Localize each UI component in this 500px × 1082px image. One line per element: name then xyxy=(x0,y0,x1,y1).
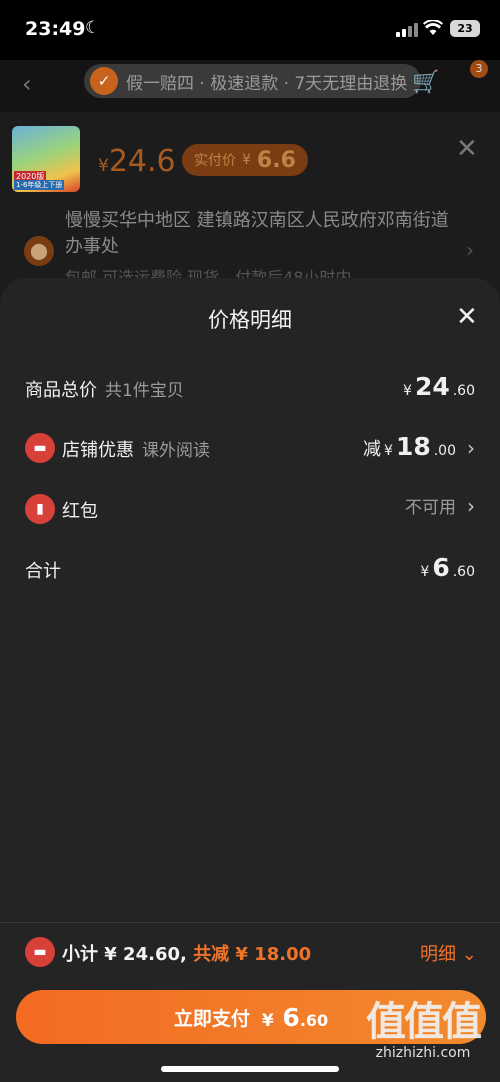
close-icon[interactable]: ✕ xyxy=(456,302,478,332)
delivery-address[interactable]: 慢慢买华中地区 建镇路汉南区人民政府邓南街道办事处 xyxy=(65,208,465,260)
location-icon: ⬤ xyxy=(24,236,54,266)
red-packet-icon: ▮ xyxy=(25,494,55,524)
shield-icon: ✓ xyxy=(90,67,118,95)
row-store-discount[interactable]: ▬ 店铺优惠 课外阅读 减 ¥ 18.00 › xyxy=(0,428,500,468)
real-price-label: 实付价 xyxy=(194,153,236,169)
real-price-badge: 实付价 ¥ 6.6 xyxy=(182,144,308,176)
amount-symbol: ¥ xyxy=(403,383,412,399)
chevron-down-icon: ⌄ xyxy=(461,944,477,965)
row-status: 不可用 › xyxy=(405,493,475,518)
product-price: ¥24.6 xyxy=(98,144,176,179)
chevron-right-icon: › xyxy=(467,494,475,518)
subtotal-bar: ▬ 小计 ¥ 24.60, 共减 ¥ 18.00 明细 ⌄ xyxy=(0,932,500,972)
amount-dec: .00 xyxy=(433,443,456,459)
row-sub: 共1件宝贝 xyxy=(105,381,184,401)
row-label: 商品总价 共1件宝贝 xyxy=(25,380,184,401)
amount-dec: .60 xyxy=(452,564,475,580)
back-icon[interactable]: ‹ xyxy=(22,70,32,98)
wifi-icon xyxy=(423,20,443,35)
amount-dec: .60 xyxy=(452,383,475,399)
row-label: 红包 xyxy=(62,501,98,522)
discount-total: 共减 ¥ 18.00 xyxy=(193,944,312,965)
row-amount: ¥ 6.60 xyxy=(420,553,475,582)
row-red-packet[interactable]: ▮ 红包 不可用 › xyxy=(0,489,500,529)
row-amount: ¥ 24.60 xyxy=(403,372,475,401)
background-order-page: ‹ ✓ 假一赔四 · 极速退款 · 7天无理由退换 🛒 3 2020版 1-6年… xyxy=(0,60,500,302)
real-price-symbol: ¥ xyxy=(242,152,251,168)
status-bar: 23:49 ☾ 23 xyxy=(0,0,500,60)
amount-int: 6 xyxy=(432,553,450,582)
cart-icon[interactable]: 🛒 xyxy=(412,70,439,95)
home-indicator[interactable] xyxy=(161,1066,339,1072)
detail-toggle[interactable]: 明细 ⌄ xyxy=(420,940,477,966)
guarantee-banner: ✓ 假一赔四 · 极速退款 · 7天无理由退换 xyxy=(84,64,422,98)
top-nav: ‹ ✓ 假一赔四 · 极速退款 · 7天无理由退换 🛒 3 xyxy=(0,60,500,110)
coupon-icon: ▬ xyxy=(25,937,55,967)
amount-int: 24 xyxy=(414,372,450,401)
row-goods-total: 商品总价 共1件宝贝 ¥ 24.60 xyxy=(0,368,500,408)
row-label: 店铺优惠 课外阅读 xyxy=(62,440,210,461)
chevron-right-icon: › xyxy=(466,238,474,262)
store-icon: ▬ xyxy=(25,433,55,463)
battery-indicator: 23 xyxy=(450,20,480,37)
product-card: 2020版 1-6年级上下册 ¥24.6 实付价 ¥ 6.6 ✕ ⬤ 慢慢买华中… xyxy=(0,112,500,302)
row-label: 合计 xyxy=(25,561,61,582)
watermark-domain: zhizhizhi.com xyxy=(375,1045,471,1061)
divider xyxy=(0,922,500,923)
sheet-title: 价格明细 xyxy=(208,308,292,332)
pay-amount: ¥ 6.60 xyxy=(261,1002,329,1032)
thumb-badge-grade: 1-6年级上下册 xyxy=(14,180,65,190)
chevron-right-icon: › xyxy=(467,436,475,460)
row-amount: 减 ¥ 18.00 › xyxy=(363,432,475,461)
guarantee-text: 假一赔四 · 极速退款 · 7天无理由退换 xyxy=(126,73,408,94)
pay-label: 立即支付 xyxy=(173,1007,250,1030)
row-total: 合计 ¥ 6.60 xyxy=(0,549,500,589)
close-icon[interactable]: ✕ xyxy=(456,134,478,164)
amount-symbol: ¥ xyxy=(420,564,430,580)
discount-prefix: 减 xyxy=(363,439,382,460)
product-thumbnail[interactable]: 2020版 1-6年级上下册 xyxy=(12,126,80,192)
subtotal-text: 小计 ¥ 24.60, 共减 ¥ 18.00 xyxy=(62,944,312,965)
watermark-title: 值值值 xyxy=(366,999,482,1045)
red-packet-status: 不可用 xyxy=(405,498,456,518)
amount-symbol: ¥ xyxy=(384,443,393,459)
cart-badge: 3 xyxy=(470,60,488,78)
status-time: 23:49 xyxy=(25,18,86,40)
moon-icon: ☾ xyxy=(85,18,101,38)
price-value: 24.6 xyxy=(108,144,176,179)
watermark: 值值值 zhizhizhi.com xyxy=(348,1000,498,1062)
amount-int: 18 xyxy=(395,432,431,461)
signal-icon xyxy=(396,23,418,37)
row-sub: 课外阅读 xyxy=(142,441,210,461)
price-symbol: ¥ xyxy=(98,156,109,176)
real-price-value: 6.6 xyxy=(256,147,296,173)
